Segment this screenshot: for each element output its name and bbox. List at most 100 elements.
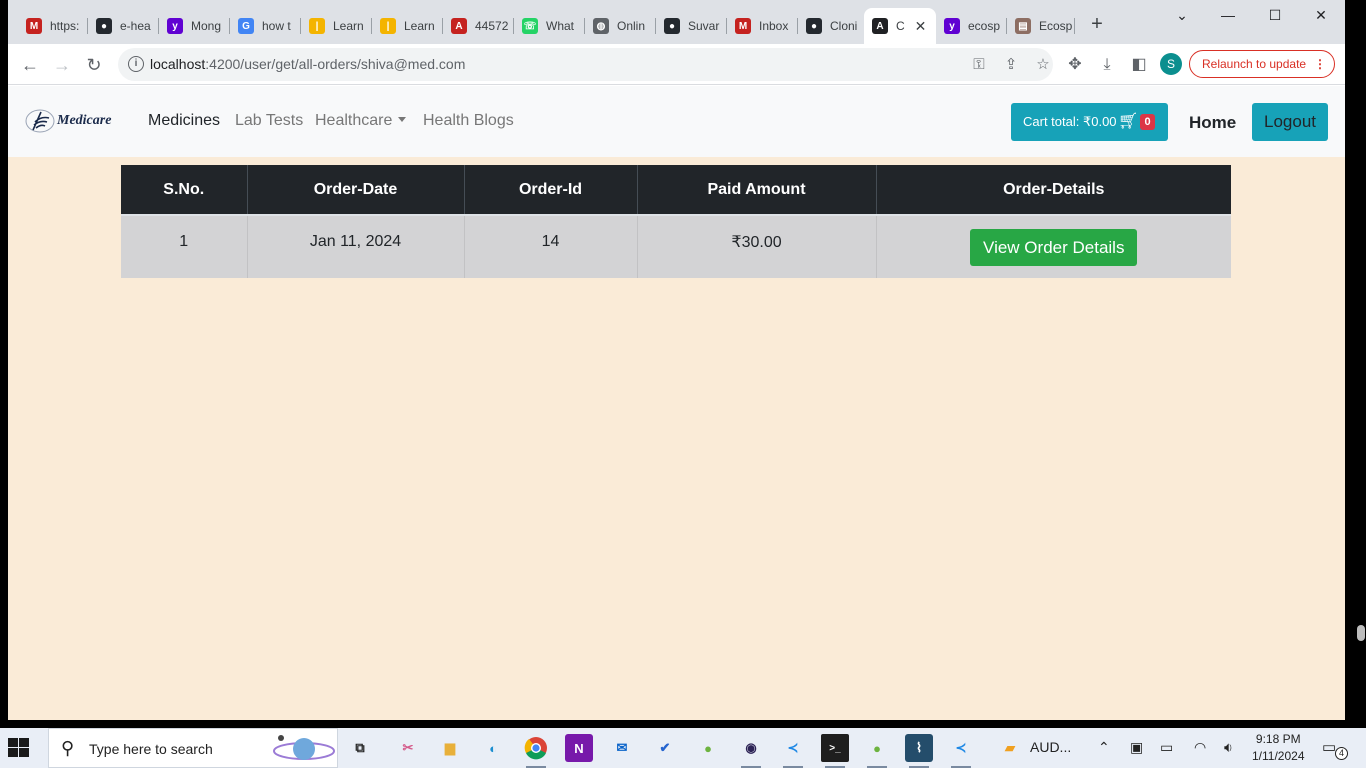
minimize-button[interactable]: — — [1205, 4, 1251, 26]
browser-tab[interactable]: ● e-hea — [88, 8, 159, 44]
profile-avatar[interactable]: S — [1160, 53, 1182, 75]
camera-icon[interactable]: ▣ — [1130, 739, 1143, 756]
windows-start-icon[interactable] — [8, 738, 30, 758]
mysql-workbench-icon[interactable]: ⌇ — [905, 734, 933, 768]
tab-title: Suvar — [688, 19, 720, 33]
browser-tab[interactable]: A 44572 — [443, 8, 514, 44]
browser-tab[interactable]: | Learn — [301, 8, 372, 44]
wifi-icon[interactable]: ◠ — [1194, 739, 1206, 756]
whatsapp-icon: ☏ — [522, 18, 538, 34]
chrome-icon[interactable] — [522, 734, 550, 768]
download-icon[interactable]: ⤓ — [1096, 54, 1118, 76]
spring-tool-icon[interactable]: ● — [863, 734, 891, 768]
vscode-icon[interactable]: ≺ — [947, 734, 975, 768]
bookmark-star-icon[interactable]: ☆ — [1034, 56, 1052, 74]
nav-medicines[interactable]: Medicines — [148, 112, 220, 130]
column-header: Order-Id — [463, 165, 637, 215]
share-icon[interactable]: ⇪ — [1002, 56, 1020, 74]
volume-icon[interactable]: 🔉︎ — [1224, 739, 1233, 756]
spring-tool-icon[interactable]: ● — [694, 734, 722, 762]
notification-center-icon[interactable]: ▭ 4 — [1322, 738, 1348, 760]
audio-app-icon[interactable]: ▰ — [996, 734, 1024, 762]
column-header: Order-Details — [875, 165, 1231, 215]
browser-tab-active[interactable]: A C ✕ — [864, 8, 936, 44]
clock-date: 1/11/2024 — [1252, 749, 1305, 763]
tab-title: C — [896, 19, 905, 33]
url-text: localhost:4200/user/get/all-orders/shiva… — [150, 56, 466, 72]
reload-button[interactable]: ↻ — [82, 53, 106, 77]
nav-lab-tests[interactable]: Lab Tests — [235, 112, 303, 130]
browser-tab[interactable]: ▤ Ecosp — [1007, 8, 1075, 44]
terminal-icon[interactable]: >_ — [821, 734, 849, 768]
snipping-tool-icon[interactable]: ✂ — [394, 734, 422, 762]
tab-search-icon[interactable]: ⌄ — [1159, 4, 1205, 26]
globe-icon: ◍ — [593, 18, 609, 34]
scrollbar-thumb[interactable] — [1357, 625, 1365, 641]
edge-icon[interactable]: ◐ — [479, 734, 507, 762]
battery-icon[interactable]: ▭ — [1160, 739, 1173, 756]
menu-dots-icon[interactable]: ⋮ — [1314, 51, 1326, 77]
shopping-cart-icon: 🛒︎ — [1118, 113, 1139, 130]
yahoo-icon: y — [944, 18, 960, 34]
cart-total-button[interactable]: Cart total: ₹0.00 🛒︎ 0 — [1011, 103, 1168, 141]
github-icon: ● — [664, 18, 680, 34]
maximize-button[interactable]: ☐ — [1252, 4, 1298, 26]
browser-tab[interactable]: M Inbox — [727, 8, 798, 44]
forward-button[interactable]: → — [50, 53, 74, 77]
angular-icon: A — [872, 18, 888, 34]
browser-tab[interactable]: M https: — [18, 8, 88, 44]
address-bar[interactable]: i localhost:4200/user/get/all-orders/shi… — [118, 48, 1053, 81]
vscode-icon[interactable]: ≺ — [779, 734, 807, 768]
column-header: S.No. — [121, 165, 247, 215]
tab-title: 44572 — [475, 19, 509, 33]
nav-health-blogs[interactable]: Health Blogs — [423, 112, 514, 130]
browser-tab[interactable]: ● Suvar — [656, 8, 727, 44]
close-window-button[interactable]: ✕ — [1298, 4, 1344, 26]
new-tab-button[interactable]: + — [1086, 13, 1108, 35]
task-view-icon[interactable]: ⧉ — [346, 734, 374, 762]
eclipse-icon[interactable]: ◉ — [737, 734, 765, 768]
todo-icon[interactable]: ✔ — [651, 734, 679, 762]
home-link[interactable]: Home — [1189, 113, 1236, 133]
yahoo-icon: y — [167, 18, 183, 34]
file-explorer-icon[interactable]: ▆ — [436, 734, 464, 762]
browser-tab[interactable]: G how t — [230, 8, 301, 44]
brand-logo[interactable]: Medicare — [25, 108, 111, 134]
github-icon: ● — [806, 18, 822, 34]
extensions-icon[interactable]: ✥ — [1064, 54, 1086, 76]
audio-app-label[interactable]: AUD... — [1030, 739, 1071, 755]
browser-tab[interactable]: y Mong — [159, 8, 230, 44]
news-icon: ▤ — [1015, 18, 1031, 34]
key-icon[interactable]: ⚿ — [970, 56, 988, 74]
view-order-details-button[interactable]: View Order Details — [970, 228, 1138, 266]
back-button[interactable]: ← — [18, 53, 42, 77]
site-info-icon[interactable]: i — [128, 56, 144, 72]
orders-table: S.No. Order-Date Order-Id Paid Amount Or… — [121, 165, 1231, 278]
browser-tab[interactable]: | Learn — [372, 8, 443, 44]
tab-title: Learn — [404, 19, 435, 33]
close-tab-icon[interactable]: ✕ — [915, 18, 927, 35]
tab-title: Onlin — [617, 19, 646, 33]
browser-tab[interactable]: ☏ What — [514, 8, 585, 44]
cart-count-badge: 0 — [1140, 114, 1155, 130]
github-icon: ● — [96, 18, 112, 34]
pdf-icon: A — [451, 18, 467, 34]
browser-tab[interactable]: ◍ Onlin — [585, 8, 656, 44]
system-clock[interactable]: 9:18 PM 1/11/2024 — [1252, 731, 1305, 765]
browser-tab[interactable]: y ecosp — [936, 8, 1007, 44]
clock-time: 9:18 PM — [1255, 732, 1301, 746]
mail-icon[interactable]: ✉ — [608, 734, 636, 762]
relaunch-button[interactable]: Relaunch to update ⋮ — [1189, 50, 1335, 78]
side-panel-icon[interactable]: ◧ — [1128, 54, 1150, 76]
order-id: 14 — [463, 214, 637, 278]
logout-button[interactable]: Logout — [1252, 103, 1328, 141]
nav-healthcare-dropdown[interactable]: Healthcare — [315, 112, 407, 130]
chevron-up-icon[interactable]: ⌃ — [1098, 739, 1110, 756]
taskbar-search-box[interactable]: ⚲ Type here to search — [48, 728, 338, 768]
table-row: 1 Jan 11, 2024 14 ₹30.00 View Order Deta… — [121, 214, 1231, 278]
browser-tab[interactable]: ● Cloni — [798, 8, 864, 44]
onenote-icon[interactable]: N — [565, 734, 593, 762]
tab-title: ecosp — [968, 19, 1001, 33]
brand-name: Medicare — [57, 113, 112, 128]
order-date: Jan 11, 2024 — [246, 214, 464, 278]
